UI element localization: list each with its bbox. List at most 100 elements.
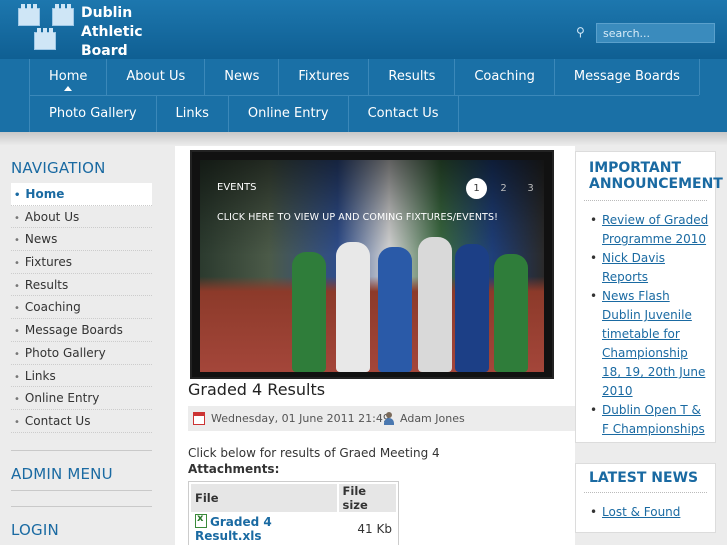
nav-item-links[interactable]: Links [157, 96, 229, 132]
sidebar-item-photo-gallery[interactable]: Photo Gallery [11, 342, 152, 365]
column-header-file: File [191, 484, 337, 512]
nav-shadow [0, 132, 727, 146]
attachment-size: 41 Kb [357, 521, 392, 536]
announcements-list: Review of Graded Programme 2010 Nick Dav… [576, 211, 715, 439]
slide-caption[interactable]: CLICK HERE TO VIEW UP AND COMING FIXTURE… [217, 212, 498, 223]
event-slider[interactable]: EVENTS CLICK HERE TO VIEW UP AND COMING … [190, 150, 554, 379]
announcement-item[interactable]: News Flash Dublin Juvenile timetable for… [590, 287, 715, 401]
divider [584, 492, 707, 493]
announcement-line[interactable]: Nick Davis [602, 251, 665, 265]
announcement-line[interactable]: Programme 2010 [602, 232, 706, 246]
logo-line: Dublin [81, 5, 133, 21]
sidebar-item-home[interactable]: Home [11, 183, 152, 206]
sidebar-item-about-us[interactable]: About Us [11, 206, 152, 229]
calendar-icon [193, 412, 205, 425]
sidebar-item-contact-us[interactable]: Contact Us [11, 410, 152, 433]
table-row: Graded 4 Result.xls 41 Kb [191, 513, 396, 543]
divider [11, 506, 152, 507]
login-heading[interactable]: LOGIN [11, 521, 59, 539]
sidebar-item-news[interactable]: News [11, 228, 152, 252]
sidebar-item-coaching[interactable]: Coaching [11, 296, 152, 320]
castle-icon [34, 28, 56, 50]
spreadsheet-file-icon [195, 513, 207, 528]
nav-item-home[interactable]: Home [29, 59, 108, 95]
castle-icon [18, 4, 40, 26]
main-nav: Home About Us News Fixtures Results Coac… [0, 59, 727, 132]
runner-figure [455, 244, 489, 372]
runner-figure [494, 254, 528, 372]
nav-item-message-boards[interactable]: Message Boards [555, 59, 700, 95]
sidebar-item-results[interactable]: Results [11, 274, 152, 297]
sidebar-item-fixtures[interactable]: Fixtures [11, 251, 152, 274]
nav-item-about-us[interactable]: About Us [107, 59, 206, 95]
search-input[interactable] [596, 23, 715, 43]
announcements-box: IMPORTANT ANNOUNCEMENT Review of Graded … [575, 151, 723, 443]
article-meta: Wednesday, 01 June 2011 21:49 Adam Jones [188, 406, 575, 431]
divider [11, 450, 152, 451]
nav-item-contact-us[interactable]: Contact Us [349, 96, 459, 132]
slider-page-1[interactable]: 1 [466, 178, 487, 199]
announcement-line[interactable]: News Flash [602, 289, 670, 303]
castle-icon [52, 4, 74, 26]
announcement-line[interactable]: Dublin Juvenile [602, 308, 692, 322]
sidebar-item-links[interactable]: Links [11, 365, 152, 388]
slider-page-2[interactable]: 2 [493, 178, 514, 199]
column-header-file-size: File size [338, 484, 396, 512]
article-intro: Click below for results of Graed Meeting… [188, 446, 440, 460]
nav-row: Home About Us News Fixtures Results Coac… [29, 59, 700, 95]
latest-news-item[interactable]: Lost & Found [590, 503, 715, 522]
left-sidebar: NAVIGATION Home About Us News Fixtures R… [0, 146, 175, 545]
attachments-table: File File size Graded 4 Result.xls 41 Kb [188, 481, 399, 545]
announcements-title: IMPORTANT ANNOUNCEMENT [576, 152, 723, 192]
announcement-line[interactable]: Reports [602, 270, 648, 284]
announcement-line[interactable]: 18, 19, 20th June [602, 365, 705, 379]
announcement-item[interactable]: Nick Davis Reports [590, 249, 715, 287]
divider [584, 200, 707, 201]
announcement-line[interactable]: 2010 [602, 384, 633, 398]
nav-item-fixtures[interactable]: Fixtures [279, 59, 370, 95]
sidebar-item-online-entry[interactable]: Online Entry [11, 387, 152, 410]
article-date: Wednesday, 01 June 2011 21:49 [211, 412, 390, 425]
announcement-line[interactable]: Dublin Open T & [602, 403, 701, 417]
announcement-line[interactable]: F Championships [602, 422, 705, 436]
navigation-heading: NAVIGATION [11, 159, 106, 177]
nav-item-results[interactable]: Results [369, 59, 456, 95]
nav-row: Photo Gallery Links Online Entry Contact… [29, 96, 459, 132]
runner-figure [292, 252, 326, 372]
site-header: Dublin Athletic Board ⚲ [0, 0, 727, 59]
latest-news-list: Lost & Found [576, 503, 715, 522]
announcements-title-line: IMPORTANT [589, 160, 682, 176]
right-sidebar: IMPORTANT ANNOUNCEMENT Review of Graded … [575, 146, 727, 545]
table-header-row: File File size [191, 484, 396, 512]
announcements-title-line: ANNOUNCEMENT [589, 176, 723, 192]
logo-line: Athletic [81, 24, 143, 40]
slider-page-3[interactable]: 3 [520, 178, 541, 199]
admin-menu-heading[interactable]: ADMIN MENU [11, 465, 113, 483]
site-name: Dublin Athletic Board [81, 4, 143, 61]
attachment-link[interactable]: Graded 4 Result.xls [191, 513, 337, 543]
latest-news-link[interactable]: Lost & Found [602, 505, 680, 519]
announcement-line[interactable]: timetable for [602, 327, 680, 341]
announcement-item[interactable]: Review of Graded Programme 2010 [590, 211, 715, 249]
announcement-line[interactable]: Review of Graded [602, 213, 708, 227]
sidebar-nav-list: Home About Us News Fixtures Results Coac… [11, 183, 152, 433]
user-icon [383, 412, 395, 425]
nav-item-news[interactable]: News [205, 59, 280, 95]
attachments-label: Attachments: [188, 462, 280, 476]
article-title[interactable]: Graded 4 Results [188, 380, 325, 399]
divider [11, 490, 152, 491]
announcement-line[interactable]: Championship [602, 346, 688, 360]
site-logo[interactable]: Dublin Athletic Board [14, 2, 154, 59]
nav-item-online-entry[interactable]: Online Entry [229, 96, 349, 132]
main-content: EVENTS CLICK HERE TO VIEW UP AND COMING … [175, 146, 575, 545]
runner-figure [378, 247, 412, 372]
latest-news-title: LATEST NEWS [589, 470, 699, 486]
sidebar-item-message-boards[interactable]: Message Boards [11, 319, 152, 342]
nav-item-coaching[interactable]: Coaching [455, 59, 555, 95]
announcement-item[interactable]: Dublin Open T & F Championships [590, 401, 715, 439]
slide-tag: EVENTS [217, 182, 257, 193]
article-author: Adam Jones [400, 412, 465, 425]
search-icon: ⚲ [576, 25, 585, 39]
nav-item-photo-gallery[interactable]: Photo Gallery [29, 96, 157, 132]
runner-figure [336, 242, 370, 372]
